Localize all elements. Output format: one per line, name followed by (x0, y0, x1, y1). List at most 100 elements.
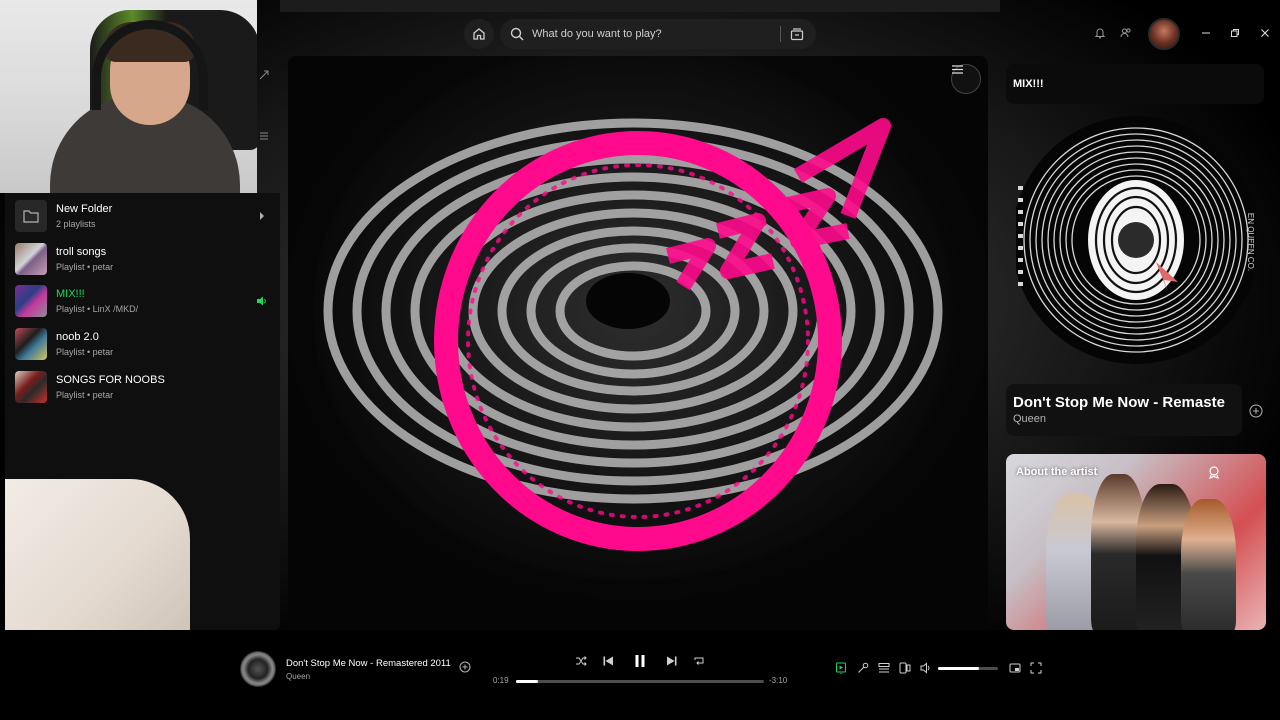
menu-icon (952, 65, 963, 74)
folder-expand-button[interactable] (254, 208, 270, 224)
connect-device-button[interactable] (898, 661, 912, 675)
library-item-subtitle: Playlist • petar (56, 262, 114, 272)
now-playing-view-button[interactable] (834, 661, 848, 675)
library-item-title: MIX!!! (56, 288, 85, 300)
plus-circle-icon (1249, 404, 1263, 418)
avatar[interactable] (1148, 18, 1180, 50)
badge-icon (1209, 466, 1219, 479)
library-item-mix[interactable]: MIX!!! Playlist • LinX /MKD/ (15, 283, 270, 319)
minimize-icon (1202, 32, 1210, 34)
about-artist-card[interactable]: About the artist (1006, 454, 1266, 630)
search-bar[interactable]: What do you want to play? (500, 19, 816, 49)
expand-library-button[interactable] (258, 69, 270, 81)
artist-photo-figure (1181, 499, 1236, 630)
previous-button[interactable] (600, 653, 616, 669)
miniplayer-button[interactable] (1008, 661, 1022, 675)
library-item-noob-2[interactable]: noob 2.0 Playlist • petar (15, 326, 270, 362)
friends-icon (1120, 28, 1131, 38)
playlist-cover (15, 328, 47, 360)
now-playing-view-icon (836, 662, 846, 674)
library-item-subtitle: Playlist • LinX /MKD/ (56, 304, 139, 314)
browse-button[interactable] (788, 25, 806, 43)
folder-thumbnail (15, 200, 47, 232)
repeat-icon (694, 657, 704, 665)
album-art: EN QUEEN CO. (1012, 112, 1260, 372)
minimize-button[interactable] (1198, 25, 1214, 41)
next-button[interactable] (664, 653, 680, 669)
volume-icon (920, 662, 930, 674)
list-icon (260, 132, 268, 140)
fullscreen-icon (1030, 662, 1042, 674)
play-pause-button[interactable] (632, 653, 648, 669)
lyrics-button[interactable] (856, 661, 870, 675)
library-item-troll-songs[interactable]: troll songs Playlist • petar (15, 241, 270, 277)
player-track-title[interactable]: Don't Stop Me Now - Remastered 2011 (286, 658, 451, 669)
library-item-title: New Folder (56, 203, 113, 215)
queue-icon (878, 663, 890, 673)
player-cover-art[interactable] (240, 651, 276, 687)
bell-icon (1094, 28, 1106, 39)
expand-icon (259, 70, 269, 80)
library-item-title: noob 2.0 (56, 331, 99, 343)
library-item-new-folder[interactable]: New Folder 2 playlists (15, 198, 270, 234)
now-playing-visualizer (288, 56, 988, 630)
library-list-view-button[interactable] (258, 130, 270, 142)
search-icon (510, 27, 524, 41)
mute-button[interactable] (919, 661, 933, 675)
repeat-button[interactable] (691, 653, 707, 669)
notifications-button[interactable] (1092, 25, 1108, 41)
chevron-right-icon (260, 212, 264, 220)
playlist-cover (15, 243, 47, 275)
player-artist[interactable]: Queen (286, 672, 310, 681)
about-artist-title: About the artist (1016, 466, 1098, 478)
volume-slider[interactable] (938, 667, 998, 670)
search-input[interactable]: What do you want to play? (532, 28, 662, 40)
panel-header: MIX!!! (1006, 64, 1264, 104)
disc-side-text: EN QUEEN CO. (1246, 213, 1255, 271)
skip-forward-icon (667, 656, 677, 666)
add-to-playlist-button[interactable] (1248, 403, 1264, 419)
shuffle-icon (576, 656, 587, 666)
album-disc-art: EN QUEEN CO. (1012, 116, 1260, 364)
player-add-button[interactable] (458, 660, 472, 674)
close-button[interactable] (1257, 25, 1273, 41)
webcam-hand-overlay (5, 479, 190, 630)
panel-title: MIX!!! (1013, 78, 1044, 90)
library-sidebar: New Folder 2 playlists troll songs Playl… (5, 193, 280, 630)
device-icon (899, 662, 911, 674)
playlist-cover (15, 285, 47, 317)
library-item-songs-for-noobs[interactable]: SONGS FOR NOOBS Playlist • petar (15, 369, 270, 405)
plus-circle-icon (459, 661, 471, 673)
now-playing-indicator (254, 293, 270, 309)
now-playing-card[interactable]: Don't Stop Me Now - Remaste Queen (1006, 384, 1242, 436)
home-icon (473, 28, 485, 40)
progress-bar[interactable] (516, 680, 764, 683)
maximize-button[interactable] (1227, 25, 1243, 41)
verified-badge (1206, 464, 1222, 480)
top-bar: What do you want to play? (258, 12, 1280, 56)
friend-activity-button[interactable] (1118, 25, 1134, 41)
maximize-icon (1231, 29, 1239, 37)
now-playing-title: Don't Stop Me Now - Remaste (1013, 394, 1225, 411)
pause-icon (635, 655, 645, 667)
search-divider (780, 26, 781, 42)
shuffle-button[interactable] (573, 653, 589, 669)
vinyl-visualizer (313, 56, 953, 581)
speaker-icon (257, 296, 266, 306)
folder-icon (23, 210, 39, 223)
remaining-time: -3:10 (769, 676, 788, 685)
skip-back-icon (603, 656, 613, 666)
library-item-subtitle: Playlist • petar (56, 347, 114, 357)
now-playing-artist[interactable]: Queen (1013, 413, 1235, 425)
browse-icon (790, 28, 804, 41)
library-item-subtitle: 2 playlists (56, 219, 96, 229)
library-item-subtitle: Playlist • petar (56, 390, 114, 400)
home-button[interactable] (464, 19, 494, 49)
queue-button[interactable] (877, 661, 891, 675)
visualizer-menu-button[interactable] (951, 64, 981, 94)
library-item-title: SONGS FOR NOOBS (56, 374, 165, 386)
elapsed-time: 0:19 (493, 676, 509, 685)
fullscreen-button[interactable] (1029, 661, 1043, 675)
now-playing-panel: MIX!!! EN QUEEN CO. Don't Stop Me Now - … (1006, 64, 1266, 630)
playlist-cover (15, 371, 47, 403)
